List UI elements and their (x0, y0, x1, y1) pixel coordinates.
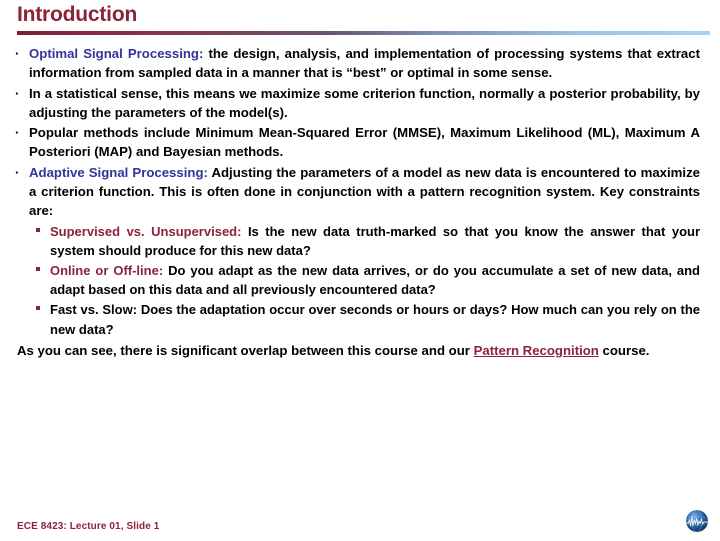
bullet-marker-icon: · (15, 85, 20, 101)
square-bullet-icon (36, 227, 40, 232)
bullet-item: · Adaptive Signal Processing: Adjusting t… (0, 163, 720, 221)
pattern-recognition-link[interactable]: Pattern Recognition (474, 343, 599, 358)
slide-body: · Optimal Signal Processing: the design, … (0, 44, 720, 360)
sub-bullet-lead-in: Online or Off-line: (50, 263, 164, 279)
sub-bullet-item: Supervised vs. Unsupervised: Is the new … (0, 222, 720, 260)
sub-bullet-lead-in: Supervised vs. Unsupervised: (50, 223, 242, 239)
globe-waveform-logo (682, 506, 712, 536)
footer-text: ECE 8423: Lecture 01, Slide 1 (17, 521, 160, 532)
sub-bullet-item: Online or Off-line: Do you adapt as the … (0, 261, 720, 299)
sub-bullet-item: Fast vs. Slow: Does the adaptation occur… (0, 300, 720, 338)
page-title: Introduction (17, 3, 138, 26)
bullet-lead-in: Optimal Signal Processing: (29, 46, 204, 61)
bullet-item: · In a statistical sense, this means we m… (0, 84, 720, 123)
closing-text-after-link: course. (598, 342, 650, 358)
title-area: Introduction (17, 2, 707, 28)
bullet-text: In a statistical sense, this means we ma… (29, 85, 700, 120)
slide: Introduction · Optimal Signal Processing:… (0, 0, 720, 540)
bullet-marker-icon: · (15, 46, 20, 61)
bullet-item: · Popular methods include Minimum Mean-Sq… (0, 123, 720, 162)
square-bullet-icon (36, 267, 40, 272)
square-bullet-icon (36, 306, 40, 311)
bullet-marker-icon: · (15, 164, 20, 180)
title-divider-rule (17, 31, 710, 35)
bullet-text: Popular methods include Minimum Mean-Squ… (29, 125, 700, 160)
closing-paragraph: As you can see, there is significant ove… (0, 341, 720, 360)
bullet-marker-icon: · (15, 125, 20, 141)
bullet-item: · Optimal Signal Processing: the design, … (0, 44, 720, 83)
closing-text-before-link: As you can see, there is significant ove… (17, 342, 474, 358)
sub-bullet-text: Fast vs. Slow: Does the adaptation occur… (50, 302, 700, 337)
bullet-lead-in: Adaptive Signal Processing: (29, 164, 208, 180)
